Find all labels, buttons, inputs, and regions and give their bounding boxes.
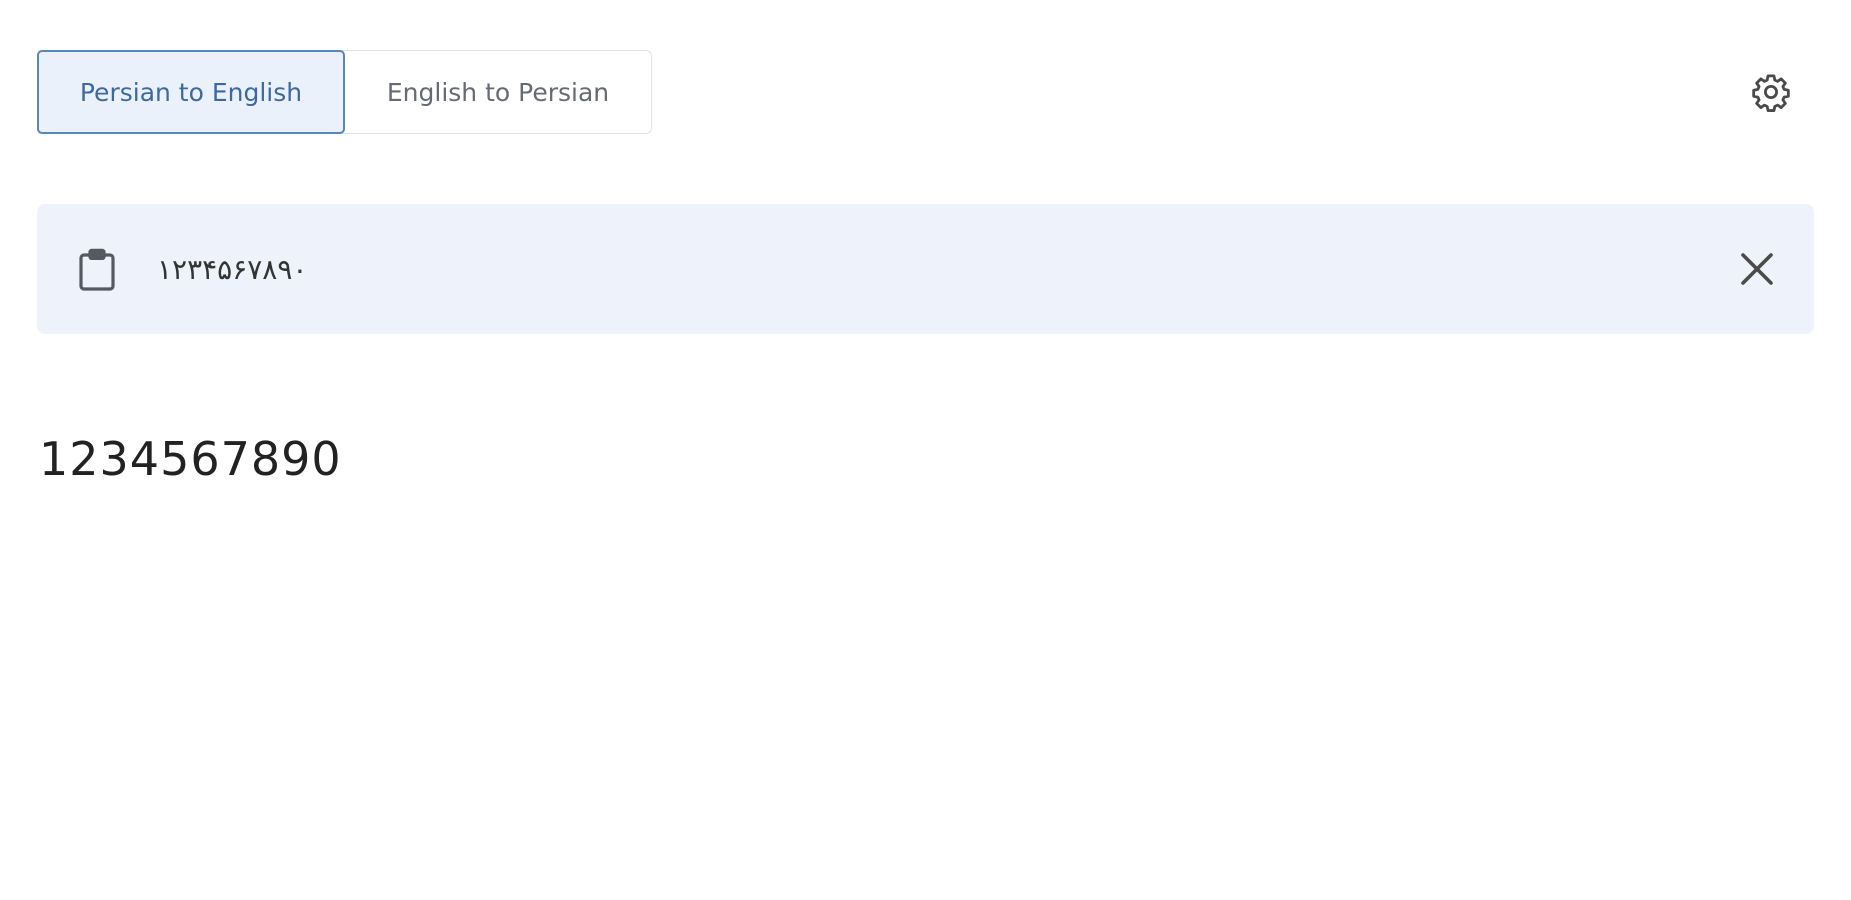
english-to-persian-button[interactable]: English to Persian xyxy=(345,51,651,133)
clipboard-icon[interactable] xyxy=(77,248,117,292)
translator-app: Persian to English English to Persian 12… xyxy=(0,0,1851,900)
persian-to-english-button[interactable]: Persian to English xyxy=(37,50,345,134)
close-icon[interactable] xyxy=(1737,249,1777,289)
input-bar xyxy=(37,204,1814,334)
converted-output: 1234567890 xyxy=(39,432,342,486)
persian-number-input[interactable] xyxy=(155,244,1659,296)
gear-icon[interactable] xyxy=(1750,71,1792,113)
direction-toggle: Persian to English English to Persian xyxy=(37,50,652,134)
